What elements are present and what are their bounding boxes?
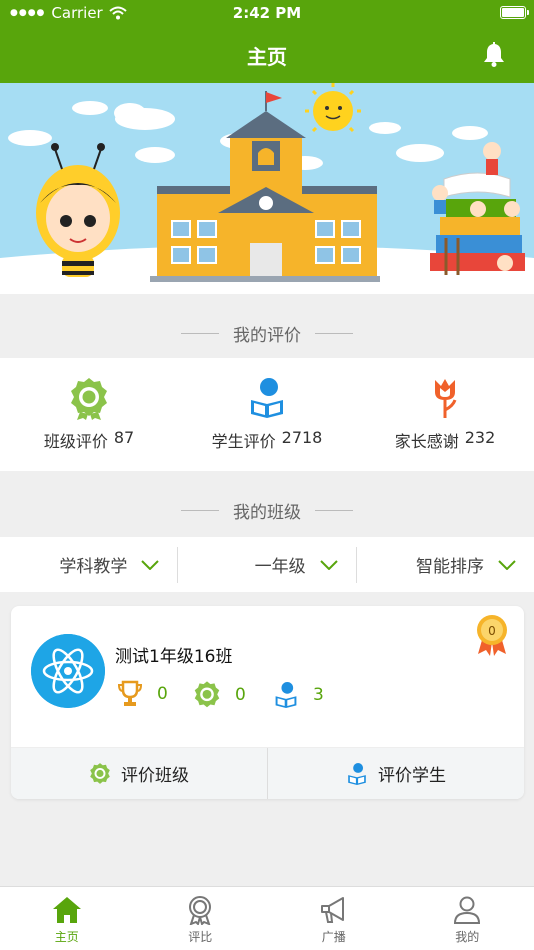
class-name: 测试1年级16班 xyxy=(115,647,233,667)
tab-label: 广播 xyxy=(321,930,346,944)
megaphone-icon xyxy=(320,897,344,923)
books-kids-illustration xyxy=(430,142,525,275)
medal-count: 0 xyxy=(235,685,246,705)
page-title: 主页 xyxy=(247,45,287,69)
filter-label: 一年级 xyxy=(254,557,306,577)
tab-bar: 主页 评比 广播 我的 xyxy=(0,886,534,950)
student-reading-icon xyxy=(251,378,283,418)
filter-label: 学科教学 xyxy=(59,557,128,577)
eval-count: 87 xyxy=(113,428,135,447)
rank-badge-icon: 0 xyxy=(477,615,507,656)
student-count: 3 xyxy=(313,685,324,705)
filter-sort[interactable]: 智能排序 xyxy=(357,537,534,592)
battery-icon xyxy=(500,6,529,19)
status-time: 2:42 PM xyxy=(232,4,302,22)
eval-label: 班级评价 xyxy=(43,432,108,451)
divider-left xyxy=(181,332,219,334)
student-reading-icon xyxy=(348,762,366,785)
eval-count: 2718 xyxy=(281,428,323,447)
filter-label: 智能排序 xyxy=(415,557,484,577)
person-icon xyxy=(454,896,481,924)
chevron-down-icon xyxy=(498,559,516,570)
tab-profile[interactable]: 我的 xyxy=(401,887,534,950)
eval-label: 家长感谢 xyxy=(394,432,459,451)
card-actions: 评价班级 评价学生 xyxy=(11,747,524,799)
medal-icon xyxy=(90,762,110,784)
tab-label: 我的 xyxy=(455,930,480,944)
nav-bar: 主页 xyxy=(0,28,534,83)
status-bar: ●●●● Carrier 2:42 PM xyxy=(0,0,534,28)
filter-subject[interactable]: 学科教学 xyxy=(0,546,179,583)
trophy-stat: 0 xyxy=(117,680,168,708)
student-evaluation-label: 学生评价 2718 xyxy=(212,428,323,452)
eval-label: 学生评价 xyxy=(211,432,276,451)
medal-stat: 0 xyxy=(193,680,246,710)
divider-right xyxy=(315,332,353,334)
trophy-count: 0 xyxy=(157,684,168,704)
section-title: 我的评价 xyxy=(233,325,301,346)
tab-home[interactable]: 主页 xyxy=(0,887,134,950)
school-illustration xyxy=(0,83,534,294)
chevron-down-icon xyxy=(141,559,160,570)
tab-label: 评比 xyxy=(188,930,213,944)
parent-thanks-item[interactable]: 家长感谢 232 xyxy=(356,358,534,471)
rank-badge-value: 0 xyxy=(488,624,496,638)
filter-grade[interactable]: 一年级 xyxy=(178,546,357,583)
sun-icon xyxy=(305,83,361,133)
student-reading-icon xyxy=(275,682,297,708)
tulip-icon xyxy=(435,379,457,418)
class-evaluation-item[interactable]: 班级评价 87 xyxy=(0,358,178,471)
student-evaluation-item[interactable]: 学生评价 2718 xyxy=(178,358,356,471)
evaluate-class-label: 评价班级 xyxy=(121,766,189,786)
divider-left xyxy=(181,509,219,511)
trophy-icon xyxy=(117,680,143,706)
tab-rating[interactable]: 评比 xyxy=(134,887,268,950)
evaluate-student-button[interactable]: 评价学生 xyxy=(268,748,524,799)
evaluate-class-button[interactable]: 评价班级 xyxy=(11,748,268,799)
divider-right xyxy=(315,509,353,511)
banner-illustration[interactable] xyxy=(0,83,534,294)
class-filter-bar: 学科教学 一年级 智能排序 xyxy=(0,537,534,592)
class-card[interactable]: 测试1年级16班 0 0 0 3 评价班级 评价学生 xyxy=(11,606,524,799)
tab-broadcast[interactable]: 广播 xyxy=(267,887,401,950)
bell-icon[interactable] xyxy=(482,42,506,68)
section-title: 我的班级 xyxy=(233,502,301,523)
tab-label: 主页 xyxy=(54,930,79,944)
evaluate-student-label: 评价学生 xyxy=(378,766,446,786)
medal-icon xyxy=(194,681,220,708)
medal-icon xyxy=(71,378,107,420)
class-evaluation-label: 班级评价 87 xyxy=(44,428,134,452)
evaluation-summary: 班级评价 87 学生评价 2718 家长感谢 232 xyxy=(0,358,534,471)
home-icon xyxy=(52,897,81,923)
atom-icon xyxy=(31,634,105,708)
student-stat: 3 xyxy=(273,680,324,710)
section-header-my-evaluation: 我的评价 xyxy=(0,303,534,363)
parent-thanks-label: 家长感谢 232 xyxy=(395,428,496,452)
eval-count: 232 xyxy=(464,428,496,447)
chevron-down-icon xyxy=(319,559,338,570)
section-header-my-class: 我的班级 xyxy=(0,480,534,540)
award-icon xyxy=(189,896,212,925)
